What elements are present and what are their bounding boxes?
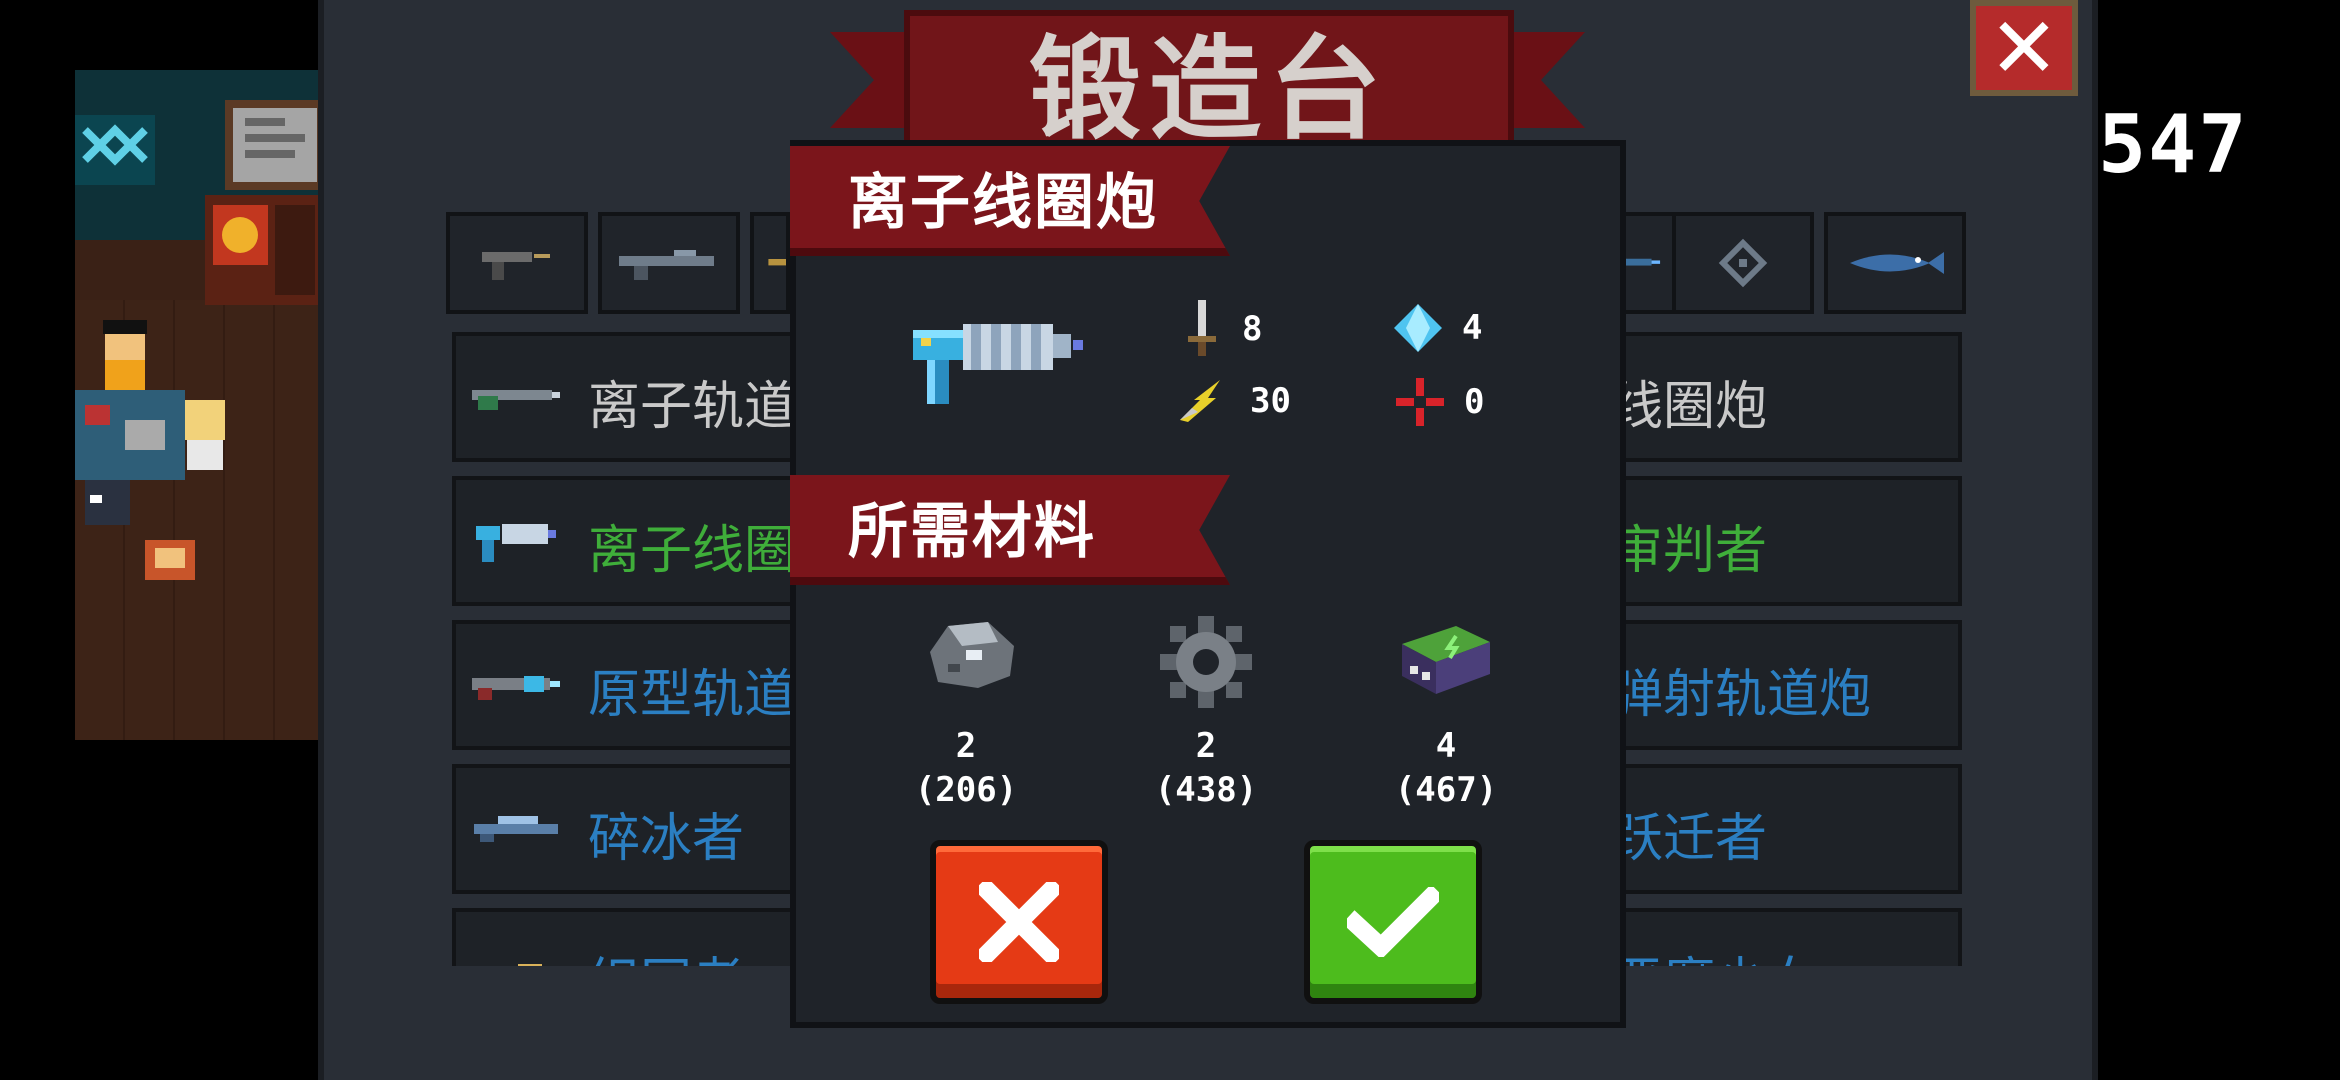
material-required: 2 <box>1195 726 1217 766</box>
ice-breaker-icon <box>474 816 558 842</box>
rifle-icon <box>619 250 714 280</box>
prototype-rail-icon <box>472 676 560 700</box>
tab-crosshair[interactable] <box>1672 212 1814 314</box>
crosshair-red-icon <box>1396 378 1444 426</box>
shotgun-icon <box>768 259 786 266</box>
tab-pistol[interactable] <box>446 212 588 314</box>
score-counter: 547 <box>2098 98 2249 191</box>
scene-characters <box>75 320 225 580</box>
weapon-name-title: 离子线圈炮 <box>848 167 1158 238</box>
material-required: 4 <box>1435 726 1457 766</box>
scene-shop-counter <box>205 195 325 305</box>
weapon-name-right: 线圈炮 <box>1611 377 1768 437</box>
gear-icon <box>1160 616 1252 708</box>
tab-laser[interactable] <box>1622 212 1676 314</box>
forge-title-banner: 锻造台 <box>904 10 1514 155</box>
materials-title: 所需材料 <box>848 496 1096 567</box>
fish-gun-icon <box>1850 252 1944 274</box>
ore-icon <box>930 622 1014 688</box>
weapon-name-right: 审判者 <box>1611 521 1768 581</box>
weapon-name-left: 离子轨道 <box>588 377 797 437</box>
weapon-name-right: 弹射轨道炮 <box>1611 665 1872 725</box>
cancel-button[interactable] <box>930 840 1108 1004</box>
close-forge-button[interactable]: ✕ <box>1970 0 2078 96</box>
sword-icon <box>1188 300 1216 356</box>
material-owned: (467) <box>1394 770 1498 810</box>
materials-ribbon: 所需材料 <box>790 475 1230 585</box>
battery-icon <box>1402 626 1490 694</box>
weapon-name-left: 碎冰者 <box>588 809 745 869</box>
material-battery-count: 4 (467) <box>1366 724 1526 812</box>
close-icon <box>979 882 1059 962</box>
tab-fish-gun[interactable] <box>1824 212 1966 314</box>
tab-shotgun[interactable] <box>750 212 790 314</box>
confirm-forge-button[interactable] <box>1304 840 1482 1004</box>
crosshair-icon <box>1718 238 1768 288</box>
weapon-name-right: 恶魔少女 <box>1611 940 1819 966</box>
material-owned: (206) <box>914 770 1018 810</box>
damage-value: 8 <box>1242 309 1263 349</box>
forge-title: 锻造台 <box>1029 25 1389 155</box>
crit-bolt-icon <box>1180 380 1220 422</box>
energy-crystal-icon <box>1394 304 1442 352</box>
web-weaver-icon <box>518 964 542 966</box>
material-owned: (438) <box>1154 770 1258 810</box>
crit-stat: 30 <box>1176 376 1291 426</box>
energy-stat: 4 <box>1392 302 1482 354</box>
weapon-name-left: 原型轨道 <box>588 665 797 725</box>
crit-value: 30 <box>1250 381 1291 421</box>
laser-icon <box>1626 258 1661 266</box>
weapon-name-left: 织网者 <box>588 940 744 966</box>
material-required: 2 <box>955 726 977 766</box>
tab-rifle[interactable] <box>598 212 740 314</box>
weapon-name-ribbon: 离子线圈炮 <box>790 146 1230 256</box>
ion-rail-icon <box>472 390 560 410</box>
pistol-icon <box>482 252 550 280</box>
damage-stat: 8 <box>1180 298 1262 360</box>
weapon-name-left: 离子线圈 <box>588 521 797 581</box>
scene-notice-board <box>225 100 325 190</box>
scene-banner-icon <box>75 115 155 185</box>
weapon-name-right: 跃迁者 <box>1611 809 1768 869</box>
material-gear-count: 2 (438) <box>1126 724 1286 812</box>
ion-coil-cannon-icon <box>913 324 1083 404</box>
check-icon <box>1347 887 1439 957</box>
energy-value: 4 <box>1462 308 1483 348</box>
accuracy-stat: 0 <box>1394 376 1484 428</box>
game-scene-background <box>75 70 325 740</box>
accuracy-value: 0 <box>1464 382 1485 422</box>
material-ore-count: 2 (206) <box>886 724 1046 812</box>
ion-coil-icon <box>476 524 556 562</box>
close-icon: ✕ <box>1988 0 2060 97</box>
